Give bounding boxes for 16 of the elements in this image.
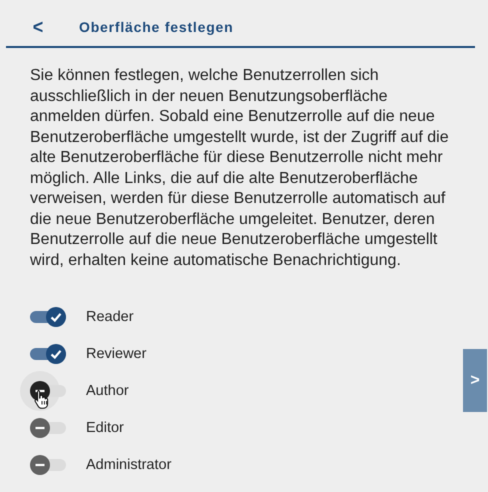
page-title: Oberfläche festlegen [79,19,234,35]
role-label: Author [86,383,129,399]
check-icon [49,347,63,361]
expand-panel-button[interactable]: > [463,349,487,412]
check-icon [49,310,63,324]
role-label: Reviewer [86,346,146,362]
role-label: Reader [86,309,134,325]
role-toggle[interactable] [30,455,66,475]
role-toggle[interactable] [30,307,66,327]
role-label: Administrator [86,457,172,473]
hand-cursor-icon [34,389,50,409]
description-text: Sie können festlegen, welche Benutzerrollen sich ausschließlich in der neuen Benutzungsoberfläche anmelden dürfen. Sobald eine Benutzerrolle auf die neue Benutzeroberfläche umgestellt wurde, ist der Zugriff auf die alte Benutzeroberfläche für diese Benutzerrolle nicht mehr möglich. Alle Links, die auf die alte Benutzeroberfläche verweisen, werden für diese Benutzerrolle automatisch auf die neue Benutzeroberfläche umgeleitet. Benutzer, deren Benutzerrolle auf die neue Benutzeroberfläche umgestellt wird, erhalten keine automatische Benachrichtigung. [30,66,450,270]
role-toggle[interactable] [30,418,66,438]
role-label: Editor [86,420,124,436]
role-toggle[interactable] [30,344,66,364]
back-button[interactable]: < [28,15,48,39]
